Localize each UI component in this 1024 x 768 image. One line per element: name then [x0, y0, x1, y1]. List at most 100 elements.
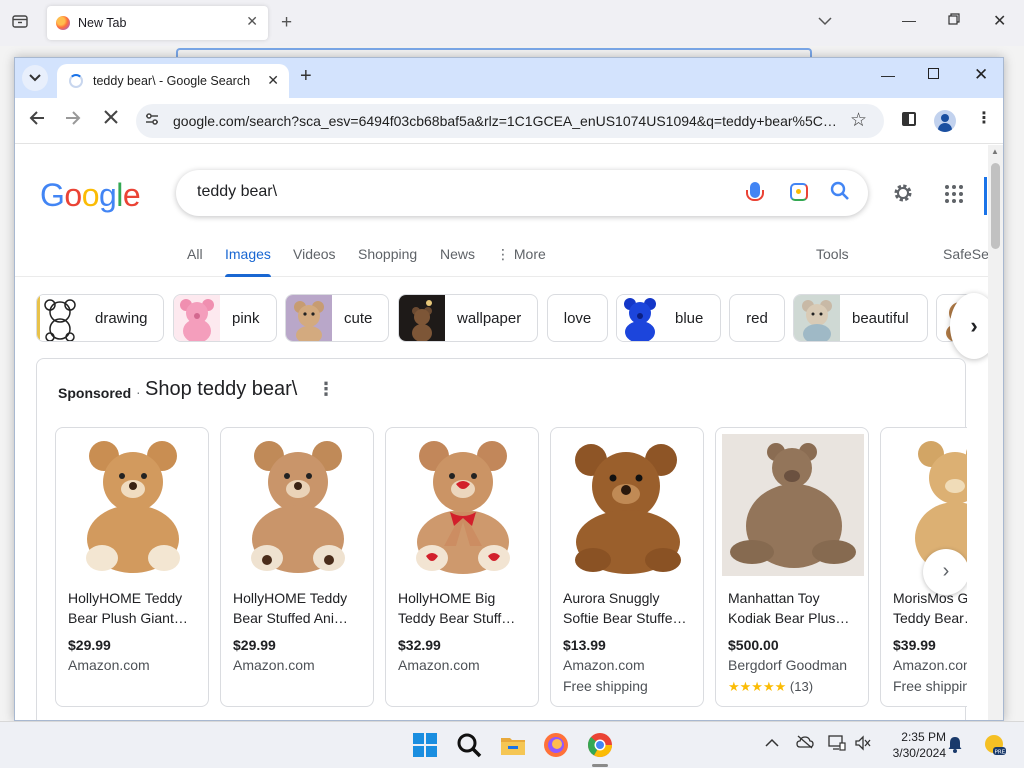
tab-news[interactable]: News	[440, 245, 475, 277]
product-image	[722, 434, 864, 576]
onedrive-cloud-icon[interactable]	[796, 735, 814, 752]
product-card[interactable]: HollyHOME Teddy Bear Stuffed Ani… $29.99…	[220, 427, 374, 707]
sponsored-shopping-panel: Sponsored · Shop teddy bear\ ⋮ HollyHOME…	[36, 358, 967, 720]
notification-bell-icon[interactable]	[948, 736, 962, 753]
loading-spinner-icon	[69, 74, 83, 88]
chip-wallpaper[interactable]: wallpaper	[398, 294, 538, 342]
chip-pink[interactable]: pink	[173, 294, 277, 342]
firefox-tab-new-tab[interactable]: New Tab ✕	[47, 6, 268, 40]
firefox-logo-icon	[56, 16, 70, 30]
tab-all[interactable]: All	[187, 245, 203, 277]
separator-dot: ·	[136, 384, 141, 400]
pink-bear-thumb	[174, 295, 220, 341]
close-window-icon[interactable]: ✕	[974, 65, 988, 85]
side-panel-icon[interactable]	[902, 112, 916, 126]
windows-taskbar: 2:35 PM 3/30/2024 PRE	[0, 721, 1024, 768]
tab-more[interactable]: ⋮ More	[496, 245, 546, 277]
clock-date: 3/30/2024	[892, 746, 946, 760]
settings-gear-icon[interactable]	[891, 181, 915, 211]
windows-start-icon[interactable]	[411, 731, 439, 759]
product-image	[227, 434, 369, 576]
google-logo[interactable]: Google	[40, 177, 141, 214]
product-card[interactable]: Manhattan Toy Kodiak Bear Plus… $500.00 …	[715, 427, 869, 707]
search-type-tabs: All Images Videos Shopping News ⋮ More T…	[15, 245, 989, 277]
product-card[interactable]: HollyHOME Teddy Bear Plush Giant… $29.99…	[55, 427, 209, 707]
site-info-tune-icon[interactable]	[144, 111, 160, 130]
refinement-chips: drawing pink cute wallpaper love blue re…	[15, 294, 988, 342]
volume-muted-icon[interactable]	[854, 735, 872, 754]
product-card[interactable]: Aurora Snuggly Softie Bear Stuffe… $13.9…	[550, 427, 704, 707]
chrome-toolbar: google.com/search?sca_esv=6494f03cb68baf…	[15, 98, 1003, 144]
profile-avatar-icon[interactable]	[934, 110, 956, 132]
close-icon[interactable]: ✕	[246, 13, 258, 30]
firefox-tab-bar: New Tab ✕ + — ✕	[0, 0, 1024, 46]
chip-blue[interactable]: blue	[616, 294, 721, 342]
chip-cute[interactable]: cute	[285, 294, 389, 342]
show-hidden-icons-chevron-icon[interactable]	[765, 735, 779, 751]
cute-bear-thumb	[286, 295, 332, 341]
new-tab-plus-icon[interactable]: +	[300, 65, 312, 88]
minimize-icon[interactable]: —	[881, 67, 895, 83]
sign-in-button-edge[interactable]	[984, 177, 987, 215]
bookmark-star-icon[interactable]: ☆	[850, 109, 867, 132]
chrome-tab-strip: teddy bear\ - Google Search ✕ + — ✕	[15, 58, 1003, 98]
teddy-drawing-thumb	[37, 295, 83, 341]
product-image	[62, 434, 204, 576]
page-scrollbar[interactable]: ▲	[988, 145, 1003, 720]
more-vert-menu-icon[interactable]: ⋮	[976, 108, 992, 128]
restore-icon[interactable]	[948, 13, 960, 28]
tools-button[interactable]: Tools	[816, 245, 849, 277]
search-tabs-chevron-icon[interactable]	[22, 65, 48, 91]
safesearch-button[interactable]: SafeSe	[943, 245, 989, 277]
chrome-tab-google-search[interactable]: teddy bear\ - Google Search ✕	[57, 64, 289, 98]
product-image	[392, 434, 534, 576]
sponsored-label: Sponsored	[58, 385, 132, 401]
new-tab-plus-icon[interactable]: +	[281, 12, 292, 34]
firefox-icon[interactable]	[542, 731, 570, 759]
chrome-tab-title: teddy bear\ - Google Search	[93, 74, 251, 88]
product-image	[557, 434, 699, 576]
shop-title: Shop teddy bear\	[145, 378, 298, 400]
more-vert-icon[interactable]: ⋮	[317, 379, 335, 400]
network-display-icon[interactable]	[828, 735, 846, 754]
search-box[interactable]: teddy bear\	[176, 170, 868, 216]
microphone-icon[interactable]	[746, 182, 764, 201]
google-results-page: Google teddy bear\ All Images Videos Sho…	[15, 145, 1003, 720]
stop-loading-icon[interactable]	[102, 108, 120, 132]
tab-images[interactable]: Images	[225, 245, 271, 277]
back-arrow-icon[interactable]	[28, 109, 46, 132]
close-icon[interactable]: ✕	[267, 72, 279, 89]
scroll-thumb[interactable]	[991, 163, 1000, 249]
url-text[interactable]: google.com/search?sca_esv=6494f03cb68baf…	[173, 113, 845, 129]
search-icon[interactable]	[455, 731, 483, 759]
google-lens-icon[interactable]	[790, 183, 808, 201]
product-carousel: HollyHOME Teddy Bear Plush Giant… $29.99…	[55, 427, 967, 707]
close-window-icon[interactable]: ✕	[993, 11, 1006, 31]
scroll-up-arrow-icon[interactable]: ▲	[991, 147, 999, 156]
chip-red[interactable]: red	[729, 294, 785, 342]
forward-arrow-icon[interactable]	[64, 109, 82, 132]
minimize-icon[interactable]: —	[902, 12, 916, 28]
chip-beautiful[interactable]: beautiful	[793, 294, 928, 342]
chip-love[interactable]: love	[547, 294, 608, 342]
chrome-icon[interactable]	[586, 731, 614, 759]
chevron-down-icon[interactable]	[818, 13, 832, 29]
google-apps-grid-icon[interactable]	[945, 185, 963, 203]
list-all-tabs-icon[interactable]	[10, 12, 30, 32]
address-bar[interactable]: google.com/search?sca_esv=6494f03cb68baf…	[136, 104, 884, 138]
search-input[interactable]: teddy bear\	[197, 183, 277, 201]
beautiful-bear-thumb	[794, 295, 840, 341]
tab-shopping[interactable]: Shopping	[358, 245, 417, 277]
chevron-right-icon[interactable]: ›	[923, 549, 967, 595]
search-icon[interactable]	[830, 181, 850, 207]
tab-videos[interactable]: Videos	[293, 245, 336, 277]
taskbar-clock[interactable]: 2:35 PM 3/30/2024	[876, 729, 946, 761]
weather-widget-icon[interactable]: PRE	[981, 731, 1007, 757]
file-explorer-icon[interactable]	[499, 731, 527, 759]
maximize-icon[interactable]	[928, 68, 939, 79]
product-card[interactable]: HollyHOME Big Teddy Bear Stuff… $32.99 A…	[385, 427, 539, 707]
active-app-indicator	[592, 764, 608, 767]
chip-drawing[interactable]: drawing	[36, 294, 164, 342]
firefox-tab-title: New Tab	[78, 16, 127, 30]
clock-time: 2:35 PM	[901, 730, 946, 744]
